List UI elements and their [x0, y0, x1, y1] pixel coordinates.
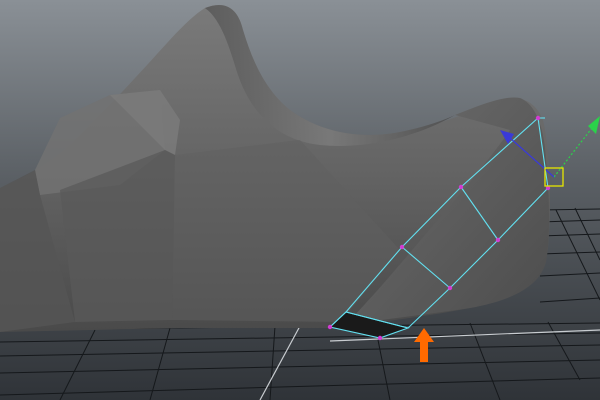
vertex[interactable]	[399, 244, 405, 250]
vertex[interactable]	[447, 285, 453, 291]
viewport-canvas[interactable]	[0, 0, 600, 400]
vertex[interactable]	[377, 335, 383, 341]
vertex[interactable]	[495, 237, 501, 243]
maya-viewport[interactable]	[0, 0, 600, 400]
vertex[interactable]	[535, 115, 541, 121]
vertex[interactable]	[327, 324, 333, 330]
vertex[interactable]	[458, 184, 464, 190]
